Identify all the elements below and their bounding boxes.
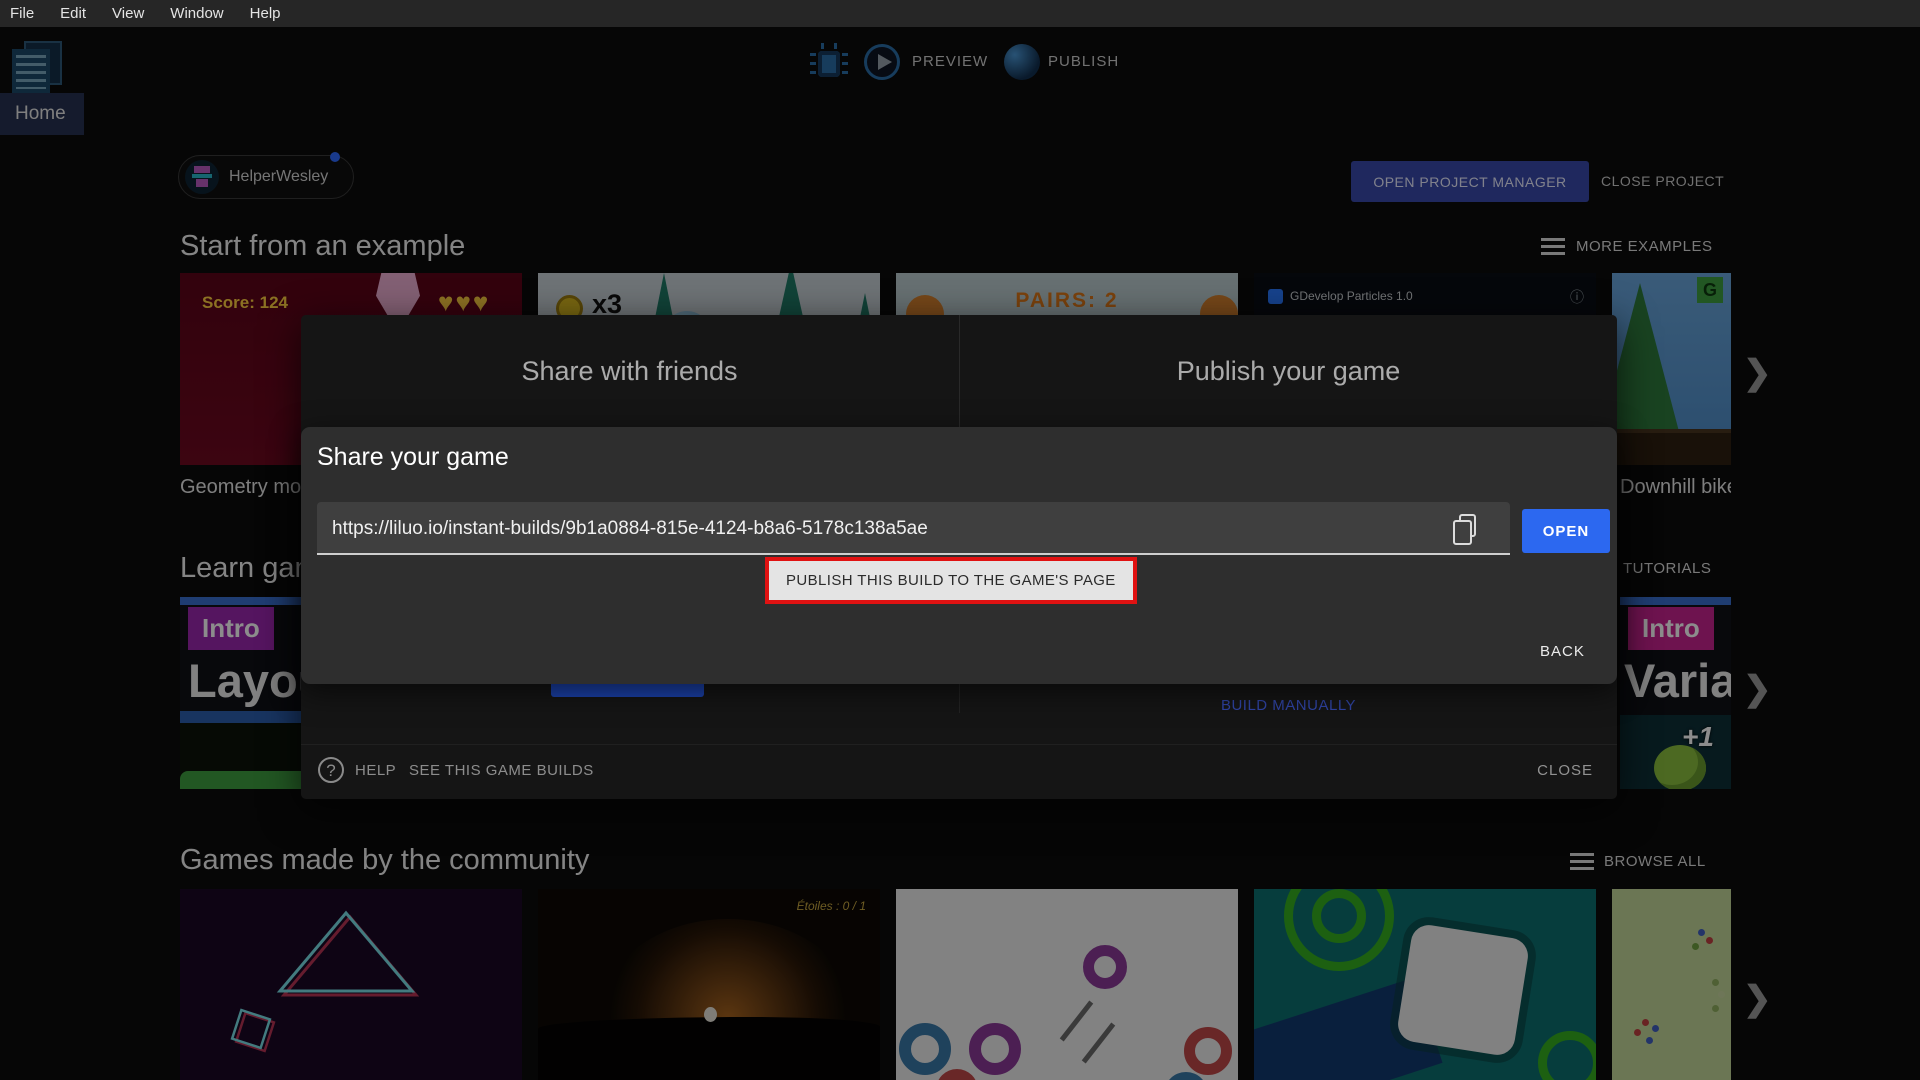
open-build-button[interactable]: OPEN [1522, 509, 1610, 553]
share-your-game-panel: Share your game https://liluo.io/instant… [301, 427, 1617, 684]
menu-window[interactable]: Window [170, 5, 223, 22]
build-url-field[interactable]: https://liluo.io/instant-builds/9b1a0884… [317, 502, 1510, 555]
annotation-highlight-box: PUBLISH THIS BUILD TO THE GAME'S PAGE [765, 557, 1137, 604]
app-window: PREVIEW PUBLISH Home HelperWesley OPEN P… [0, 0, 1920, 1080]
menu-view[interactable]: View [112, 5, 144, 22]
publish-this-build-button[interactable]: PUBLISH THIS BUILD TO THE GAME'S PAGE [769, 561, 1133, 600]
menu-file[interactable]: File [10, 5, 34, 22]
build-url-value: https://liluo.io/instant-builds/9b1a0884… [332, 518, 928, 539]
menu-edit[interactable]: Edit [60, 5, 86, 22]
panel-title: Share your game [317, 443, 509, 471]
menu-help[interactable]: Help [250, 5, 281, 22]
menubar: File Edit View Window Help [0, 0, 1920, 27]
copy-icon[interactable] [1452, 514, 1482, 546]
copy-front-rect [1453, 520, 1472, 545]
back-button[interactable]: BACK [1540, 643, 1585, 660]
